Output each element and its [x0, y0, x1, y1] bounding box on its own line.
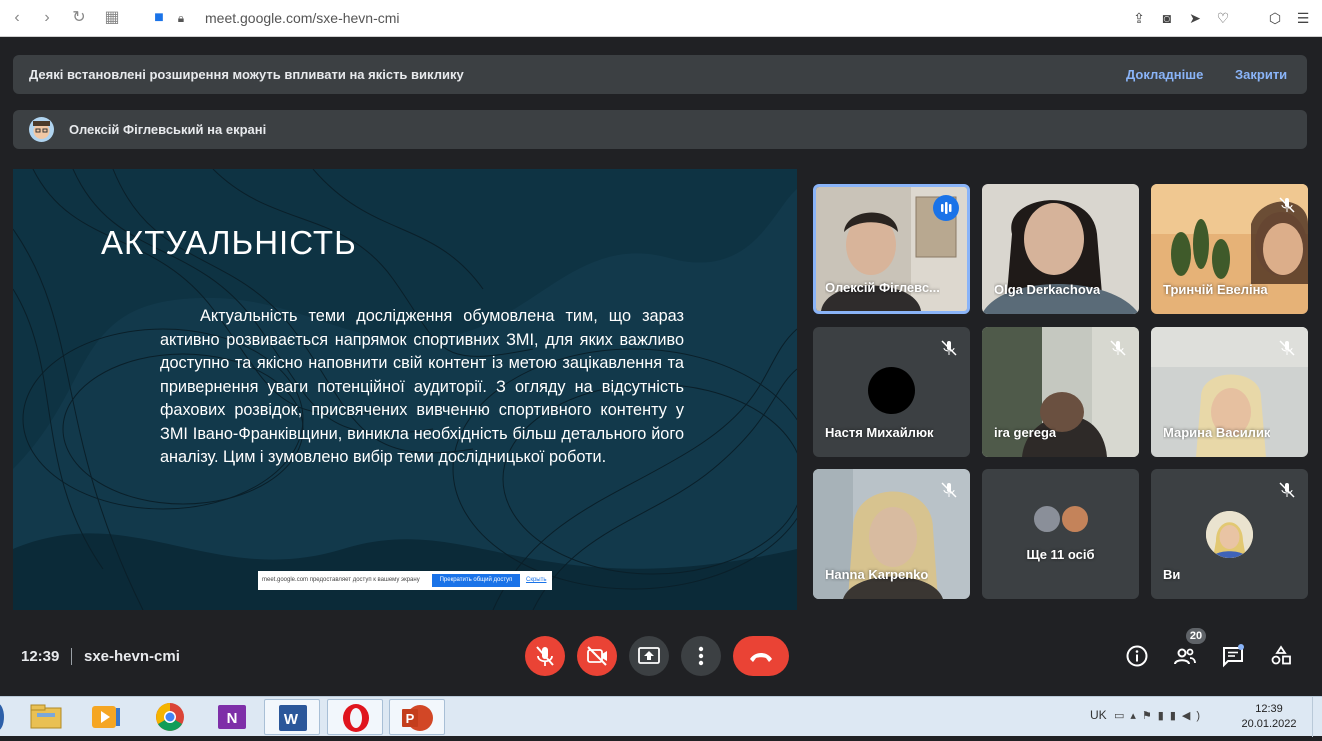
camera-toggle-button[interactable] — [577, 636, 617, 676]
browser-actions: ⇪ ◙ ➤ ♡ ⬡ ☰ — [1130, 9, 1312, 27]
mic-off-icon — [1279, 197, 1295, 213]
participant-name: ira gerega — [994, 425, 1057, 440]
present-screen-icon — [638, 647, 660, 664]
close-banner-button[interactable]: Закрити — [1235, 67, 1287, 82]
tabs-grid-icon[interactable]: ▦ — [103, 9, 121, 27]
participant-avatar — [868, 367, 915, 414]
send-icon[interactable]: ➤ — [1186, 9, 1204, 27]
speaking-indicator-icon — [933, 195, 959, 221]
cube-icon[interactable]: ⬡ — [1266, 9, 1284, 27]
learn-more-link[interactable]: Докладніше — [1126, 67, 1203, 82]
more-participants-label: Ще 11 осіб — [1026, 547, 1095, 562]
browser-toolbar: ‹ › ↻ ▦ ■ 🔒︎ meet.google.com/sxe-hevn-cm… — [0, 0, 1322, 37]
powerpoint-taskbar-icon[interactable]: P — [389, 699, 445, 735]
mic-off-icon — [1110, 340, 1126, 356]
warning-text: Деякі встановлені розширення можуть впли… — [29, 67, 464, 82]
meeting-controls-bar: 12:39 sxe-hevn-cmi 20 — [0, 620, 1322, 695]
participant-tile[interactable]: Олексій Фіглевс... — [813, 184, 970, 314]
camera-site-icon: ■ — [154, 9, 164, 26]
clock-time: 12:39 — [1255, 703, 1283, 715]
os-taskbar: N W P UK ▭▴⚑▮▮◀) 12:39 20.01.2022 — [0, 696, 1322, 737]
divider — [71, 648, 72, 665]
camera-off-icon — [587, 646, 607, 666]
mic-off-icon — [1279, 340, 1295, 356]
hangup-icon — [750, 653, 772, 662]
address-bar[interactable]: meet.google.com/sxe-hevn-cmi — [205, 10, 400, 26]
clock-date: 20.01.2022 — [1241, 718, 1297, 730]
participant-name: Настя Михайлюк — [825, 425, 934, 440]
self-tile[interactable]: Ви — [1151, 469, 1308, 599]
participant-avatar — [1032, 504, 1062, 534]
participant-avatar — [1060, 504, 1090, 534]
back-icon[interactable]: ‹ — [8, 9, 26, 27]
media-player-taskbar-icon[interactable] — [78, 699, 134, 735]
share-page-icon[interactable]: ⇪ — [1130, 9, 1148, 27]
explorer-taskbar-icon[interactable] — [18, 699, 74, 735]
leave-call-button[interactable] — [733, 636, 789, 676]
more-vert-icon — [698, 646, 704, 666]
slide-title: АКТУАЛЬНІСТЬ — [101, 224, 357, 261]
present-screen-button[interactable] — [629, 636, 669, 676]
presenter-banner: Олексій Фіглевський на екрані — [13, 110, 1307, 149]
mic-off-icon — [1279, 482, 1295, 498]
word-taskbar-icon[interactable]: W — [264, 699, 320, 735]
mic-toggle-button[interactable] — [525, 636, 565, 676]
heart-icon[interactable]: ♡ — [1214, 9, 1232, 27]
svg-text:N: N — [227, 710, 238, 727]
more-participants-tile[interactable]: Ще 11 осіб — [982, 469, 1139, 599]
extensions-warning-banner: Деякі встановлені розширення можуть впли… — [13, 55, 1307, 94]
show-desktop-button[interactable] — [1312, 697, 1322, 737]
info-icon[interactable] — [1125, 644, 1149, 668]
participant-tile[interactable]: Olga Derkachova — [982, 184, 1139, 314]
share-notice-text: meet.google.com предоставляет доступ к в… — [262, 577, 420, 583]
participant-tile[interactable]: Настя Михайлюк — [813, 327, 970, 457]
svg-text:P: P — [406, 711, 415, 726]
participant-tile[interactable]: Тринчій Евеліна — [1151, 184, 1308, 314]
presenter-avatar — [29, 117, 54, 142]
participant-name: Марина Василик — [1163, 425, 1271, 440]
start-button[interactable] — [0, 703, 4, 731]
activities-icon[interactable] — [1269, 644, 1293, 668]
onenote-taskbar-icon[interactable]: N — [204, 699, 260, 735]
people-icon[interactable] — [1173, 644, 1197, 668]
system-tray-icons[interactable]: ▭▴⚑▮▮◀) — [1114, 709, 1224, 725]
hide-notice-link[interactable]: Скрыть — [526, 577, 546, 583]
presenter-text: Олексій Фіглевський на екрані — [69, 122, 267, 137]
menu-icon[interactable]: ☰ — [1294, 9, 1312, 27]
participant-tile[interactable]: Hanna Karpenko — [813, 469, 970, 599]
snapshot-icon[interactable]: ◙ — [1158, 9, 1176, 27]
mic-off-icon — [536, 646, 554, 666]
lock-icon[interactable]: 🔒︎ — [172, 9, 190, 27]
participants-count-badge: 20 — [1186, 628, 1206, 644]
stop-sharing-button[interactable]: Прекратить общий доступ — [432, 574, 520, 587]
participant-name: Ви — [1163, 567, 1181, 582]
chat-icon[interactable] — [1221, 644, 1245, 668]
presentation-screen: АКТУАЛЬНІСТЬ Актуальність теми досліджен… — [13, 169, 797, 610]
svg-text:W: W — [284, 711, 299, 728]
mic-off-icon — [941, 482, 957, 498]
language-indicator[interactable]: UK — [1090, 708, 1107, 722]
slide-body-text: Актуальність теми дослідження обумовлена… — [160, 307, 684, 466]
meeting-code: sxe-hevn-cmi — [84, 648, 180, 665]
mic-off-icon — [941, 340, 957, 356]
participant-name: Hanna Karpenko — [825, 567, 929, 582]
self-avatar — [1206, 511, 1253, 558]
participant-tile[interactable]: ira gerega — [982, 327, 1139, 457]
reload-icon[interactable]: ↻ — [70, 9, 88, 27]
chrome-taskbar-icon[interactable] — [142, 699, 198, 735]
more-options-button[interactable] — [681, 636, 721, 676]
taskbar-clock[interactable]: 12:39 20.01.2022 — [1236, 702, 1302, 732]
participant-tile[interactable]: Марина Василик — [1151, 327, 1308, 457]
participant-name: Тринчій Евеліна — [1163, 282, 1268, 297]
participant-name: Олексій Фіглевс... — [825, 280, 940, 295]
screen-share-notice: meet.google.com предоставляет доступ к в… — [258, 571, 552, 590]
participant-name: Olga Derkachova — [994, 282, 1101, 297]
opera-taskbar-icon[interactable] — [327, 699, 383, 735]
meeting-time: 12:39 — [21, 648, 60, 665]
forward-icon[interactable]: › — [38, 9, 56, 27]
